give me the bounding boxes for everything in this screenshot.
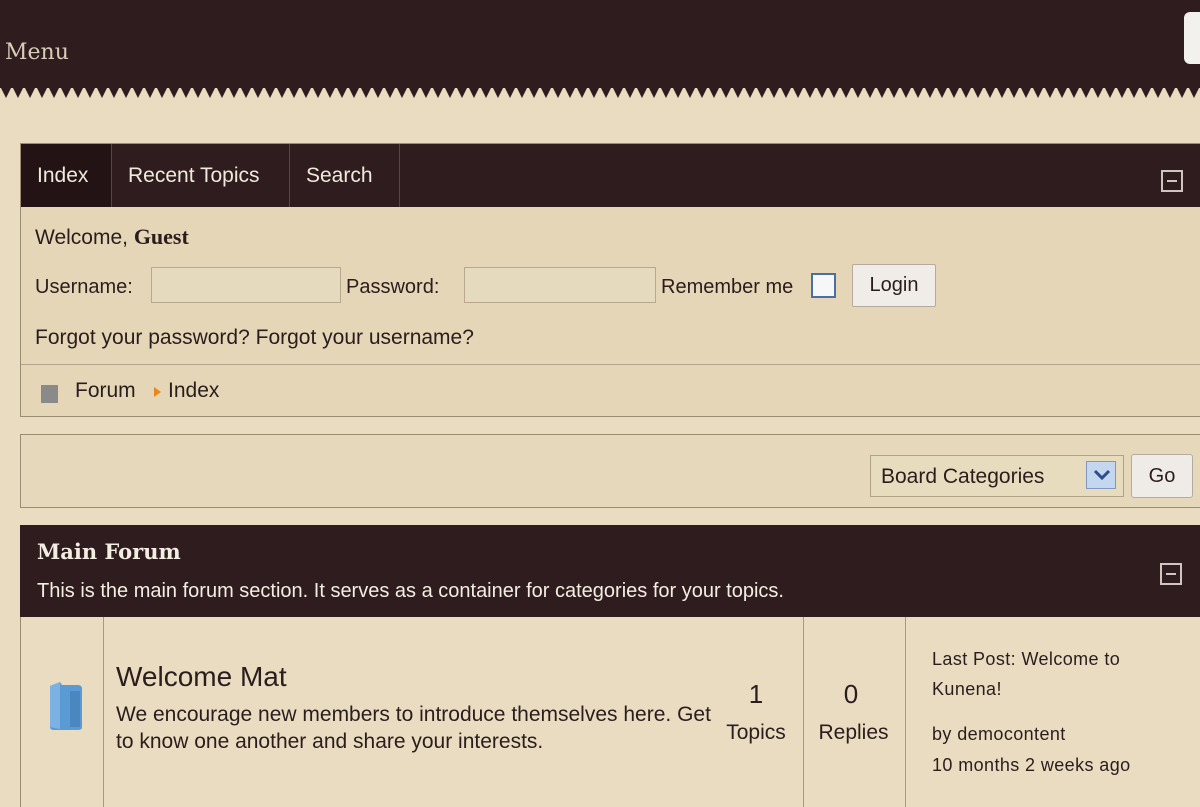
column-divider	[103, 617, 104, 807]
section-description: This is the main forum section. It serve…	[37, 580, 784, 602]
breadcrumb-forum[interactable]: Forum	[75, 379, 136, 403]
breadcrumb-arrow-icon	[154, 387, 161, 397]
password-field[interactable]	[464, 267, 656, 303]
section-title[interactable]: Main Forum	[37, 539, 181, 564]
forgot-links: Forgot your password? Forgot your userna…	[35, 326, 474, 350]
chevron-down-icon[interactable]	[1086, 461, 1116, 489]
topics-label: Topics	[726, 721, 786, 744]
last-post-time: 10 months 2 weeks ago	[932, 755, 1131, 775]
welcome-username: Guest	[133, 224, 189, 249]
category-row: Welcome Mat We encourage new members to …	[20, 617, 1200, 807]
board-categories-select[interactable]: Board Categories	[870, 455, 1124, 497]
tab-recent-topics[interactable]: Recent Topics	[112, 144, 290, 207]
panel-divider	[21, 364, 1200, 365]
forum-home-icon	[41, 385, 58, 403]
login-button[interactable]: Login	[852, 264, 936, 307]
last-post-meta: by democontent 10 months 2 weeks ago	[932, 719, 1131, 781]
header-corner-box	[1184, 12, 1200, 64]
category-jump-bar: Board Categories Go	[20, 434, 1200, 508]
column-divider	[803, 617, 804, 807]
password-label: Password:	[346, 276, 440, 298]
username-label: Username:	[35, 276, 133, 298]
topics-count: 1	[748, 679, 764, 709]
column-divider	[905, 617, 906, 807]
category-description: We encourage new members to introduce th…	[116, 703, 711, 753]
login-form: Username: Password: Remember me Login	[35, 264, 1135, 307]
folder-icon	[50, 682, 82, 730]
forum-nav-panel: Index Recent Topics Search Welcome, Gues…	[20, 143, 1200, 417]
forum-tabs: Index Recent Topics Search	[21, 144, 1200, 207]
collapse-section-button[interactable]	[1160, 563, 1182, 585]
last-post-prefix: Last Post:	[932, 649, 1022, 669]
tab-search[interactable]: Search	[290, 144, 400, 207]
category-title-link[interactable]: Welcome Mat	[116, 661, 287, 693]
remember-me-label: Remember me	[661, 276, 794, 298]
tab-index[interactable]: Index	[21, 144, 112, 207]
go-button[interactable]: Go	[1131, 454, 1193, 498]
username-field[interactable]	[151, 267, 341, 303]
last-post: Last Post: Welcome to Kunena!	[932, 644, 1172, 704]
welcome-prefix: Welcome,	[35, 226, 134, 249]
remember-me-checkbox[interactable]	[811, 273, 836, 298]
site-header: Menu	[0, 0, 1200, 88]
welcome-message: Welcome, Guest	[35, 224, 189, 250]
menu-toggle[interactable]: Menu	[5, 40, 69, 65]
breadcrumb-index[interactable]: Index	[168, 379, 219, 403]
last-post-author: by democontent	[932, 724, 1066, 744]
forgot-username-link[interactable]: Forgot your username?	[256, 326, 474, 349]
forgot-password-link[interactable]: Forgot your password?	[35, 326, 250, 349]
replies-count: 0	[843, 679, 859, 709]
section-header: Main Forum This is the main forum sectio…	[20, 525, 1200, 617]
collapse-nav-button[interactable]	[1161, 170, 1183, 192]
header-zigzag-edge	[0, 86, 1200, 98]
board-categories-selected: Board Categories	[881, 465, 1045, 488]
replies-label: Replies	[818, 721, 889, 744]
